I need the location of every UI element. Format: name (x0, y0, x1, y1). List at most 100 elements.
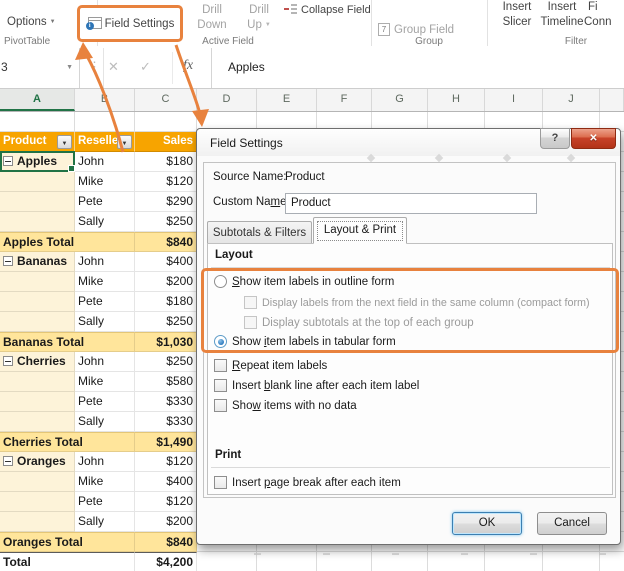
pivot-cell-sales[interactable]: $200 (135, 512, 197, 532)
pivot-grandtotal-label[interactable]: Total (0, 552, 135, 571)
pivot-subtotal-label[interactable]: Oranges Total (0, 532, 135, 552)
pivot-cell-product[interactable] (0, 292, 75, 312)
pivot-subtotal-label[interactable]: Cherries Total (0, 432, 135, 452)
column-header-H[interactable]: H (428, 88, 485, 111)
pivot-cell-sales[interactable]: $250 (135, 212, 197, 232)
pivot-cell-reseller[interactable]: Mike (75, 372, 135, 392)
column-header-F[interactable]: F (317, 88, 372, 111)
checkbox-insert-blank-line[interactable]: Insert blank line after each item label (214, 378, 419, 393)
pivot-cell-sales[interactable]: $180 (135, 152, 197, 172)
pivot-cell-product[interactable] (0, 212, 75, 232)
pivot-cell-sales[interactable]: $250 (135, 312, 197, 332)
column-header-I[interactable]: I (485, 88, 543, 111)
pivot-cell-reseller[interactable]: Mike (75, 472, 135, 492)
pivot-cell-sales[interactable]: $120 (135, 452, 197, 472)
pivot-cell-sales[interactable]: $120 (135, 172, 197, 192)
pivot-header-sales[interactable]: Sales (135, 132, 197, 152)
pivot-cell-reseller[interactable]: Pete (75, 192, 135, 212)
radio-outline-form[interactable]: Show item labels in outline form (214, 274, 394, 289)
pivot-subtotal-value[interactable]: $1,490 (135, 432, 197, 452)
cancel-entry-icon[interactable]: ✕ (108, 59, 119, 75)
pivot-cell-product[interactable] (0, 512, 75, 532)
pivot-cell-product[interactable] (0, 412, 75, 432)
pivot-cell-product[interactable] (0, 272, 75, 292)
field-settings-button[interactable]: i Field Settings (77, 5, 183, 42)
pivot-subtotal-value[interactable]: $840 (135, 232, 197, 252)
insert-timeline-button[interactable]: Insert Timeline (538, 0, 586, 30)
pivot-cell-sales[interactable]: $330 (135, 412, 197, 432)
checkbox-show-items-no-data[interactable]: Show items with no data (214, 398, 357, 413)
pivot-cell-sales[interactable]: $250 (135, 352, 197, 372)
pivot-cell-product[interactable] (0, 312, 75, 332)
pivot-cell-reseller[interactable]: John (75, 152, 135, 172)
pivot-subtotal-value[interactable]: $1,030 (135, 332, 197, 352)
pivot-cell-sales[interactable]: $120 (135, 492, 197, 512)
formula-input[interactable]: Apples (228, 60, 265, 74)
pivot-cell-sales[interactable]: $180 (135, 292, 197, 312)
close-button[interactable]: ✕ (571, 128, 616, 149)
pivot-cell-reseller[interactable]: Sally (75, 312, 135, 332)
pivot-cell-product[interactable] (0, 492, 75, 512)
collapse-group-icon[interactable] (3, 156, 13, 166)
pivot-cell-reseller[interactable]: Sally (75, 412, 135, 432)
pivot-header-reseller[interactable]: Reseller ▼ (75, 132, 135, 152)
insert-slicer-button[interactable]: Insert Slicer (498, 0, 536, 30)
pivot-cell-sales[interactable]: $200 (135, 272, 197, 292)
pivot-cell-product[interactable]: Bananas (0, 252, 75, 272)
name-box[interactable]: 3 ▼ (0, 48, 80, 88)
pivot-cell-reseller[interactable]: Pete (75, 292, 135, 312)
column-header-G[interactable]: G (372, 88, 428, 111)
pivot-cell-reseller[interactable]: Sally (75, 512, 135, 532)
pivot-header-product[interactable]: Product ▼ (0, 132, 75, 152)
column-header-partial[interactable] (600, 88, 624, 111)
pivot-cell-product[interactable] (0, 472, 75, 492)
checkbox-repeat-item-labels[interactable]: Repeat item labels (214, 358, 327, 373)
pivot-grandtotal-value[interactable]: $4,200 (135, 552, 197, 571)
group-field-button[interactable]: 7 Group Field (378, 22, 454, 37)
pivot-cell-reseller[interactable]: John (75, 452, 135, 472)
pivot-subtotal-label[interactable]: Apples Total (0, 232, 135, 252)
collapse-group-icon[interactable] (3, 256, 13, 266)
custom-name-input[interactable]: Product (285, 193, 537, 214)
cancel-button[interactable]: Cancel (537, 512, 607, 535)
pivot-subtotal-value[interactable]: $840 (135, 532, 197, 552)
checkbox-compact-form[interactable]: Display labels from the next field in th… (244, 295, 590, 310)
pivot-cell-sales[interactable]: $400 (135, 472, 197, 492)
tab-subtotals-filters[interactable]: Subtotals & Filters (207, 221, 312, 244)
pivot-cell-product[interactable] (0, 372, 75, 392)
radio-tabular-form[interactable]: Show item labels in tabular form (214, 334, 396, 349)
filter-connections-button[interactable]: Fi Conn (584, 0, 624, 30)
options-button[interactable]: Options ▼ (7, 16, 56, 28)
pivot-cell-reseller[interactable]: Mike (75, 272, 135, 292)
product-filter-button[interactable]: ▼ (57, 135, 72, 149)
collapse-group-icon[interactable] (3, 356, 13, 366)
checkbox-page-break[interactable]: Insert page break after each item (214, 475, 401, 490)
column-header-B[interactable]: B (75, 88, 135, 111)
pivot-subtotal-label[interactable]: Bananas Total (0, 332, 135, 352)
pivot-cell-product[interactable] (0, 172, 75, 192)
pivot-cell-reseller[interactable]: John (75, 252, 135, 272)
pivot-cell-product[interactable]: Cherries (0, 352, 75, 372)
pivot-cell-reseller[interactable]: John (75, 352, 135, 372)
pivot-cell-product[interactable]: Oranges (0, 452, 75, 472)
drill-down-button[interactable]: Drill Down (189, 3, 235, 33)
column-header-A[interactable]: A (0, 88, 75, 111)
column-header-E[interactable]: E (257, 88, 317, 111)
help-button[interactable]: ? (540, 128, 570, 149)
pivot-cell-product[interactable] (0, 392, 75, 412)
pivot-cell-sales[interactable]: $330 (135, 392, 197, 412)
pivot-cell-sales[interactable]: $290 (135, 192, 197, 212)
pivot-cell-reseller[interactable]: Mike (75, 172, 135, 192)
pivot-cell-product[interactable] (0, 192, 75, 212)
pivot-cell-reseller[interactable]: Sally (75, 212, 135, 232)
checkbox-subtotals-top[interactable]: Display subtotals at the top of each gro… (244, 315, 474, 330)
chevron-down-icon[interactable]: ▼ (66, 64, 73, 71)
tab-layout-print[interactable]: Layout & Print (313, 217, 407, 244)
pivot-cell-sales[interactable]: $400 (135, 252, 197, 272)
collapse-field-button[interactable]: Collapse Field (284, 2, 371, 17)
ok-button[interactable]: OK (452, 512, 522, 535)
column-header-D[interactable]: D (197, 88, 257, 111)
reseller-filter-button[interactable]: ▼ (117, 135, 132, 149)
drill-up-button[interactable]: Drill Up ▼ (239, 3, 279, 33)
insert-function-icon[interactable]: fx (183, 58, 193, 74)
